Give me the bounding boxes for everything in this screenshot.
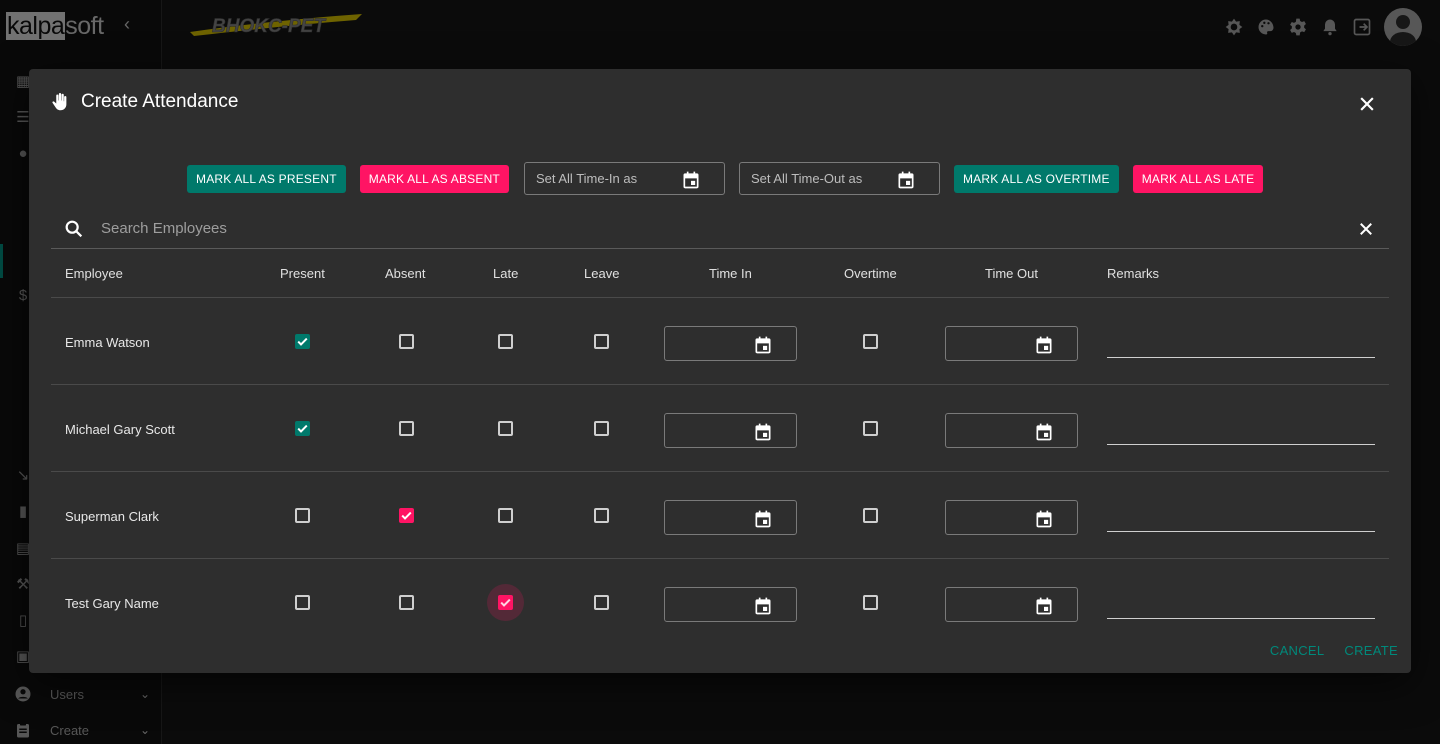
table-row: Emma Watson (51, 298, 1389, 385)
late-checkbox[interactable] (498, 508, 513, 523)
close-icon[interactable] (1357, 94, 1377, 114)
checkbox-checked-icon (295, 421, 310, 436)
overtime-checkbox[interactable] (863, 508, 878, 523)
calendar-icon[interactable] (753, 335, 773, 355)
col-time-in: Time In (709, 266, 752, 281)
time-out-field[interactable] (945, 413, 1078, 448)
col-late: Late (493, 266, 519, 281)
mark-all-overtime-button[interactable]: MARK ALL AS OVERTIME (953, 164, 1119, 193)
attendance-table: Employee Present Absent Late Leave Time … (51, 249, 1389, 646)
table-row: Test Gary Name (51, 559, 1389, 646)
search-input[interactable] (101, 213, 1357, 244)
table-header: Employee Present Absent Late Leave Time … (51, 249, 1389, 298)
overtime-checkbox[interactable] (863, 421, 878, 436)
col-absent: Absent (385, 266, 426, 281)
calendar-icon[interactable] (1034, 335, 1054, 355)
table-body: Emma Watson Michael Gary Scott Superman Cl… (51, 298, 1389, 646)
mark-all-absent-button[interactable]: MARK ALL AS ABSENT (359, 164, 509, 193)
checkbox-checked-icon (399, 508, 414, 523)
absent-checkbox[interactable] (399, 595, 414, 610)
employee-name: Emma Watson (65, 335, 150, 350)
mark-all-present-button[interactable]: MARK ALL AS PRESENT (187, 164, 346, 193)
calendar-icon[interactable] (1034, 509, 1054, 529)
calendar-icon[interactable] (753, 596, 773, 616)
calendar-icon[interactable] (896, 170, 916, 190)
remarks-input[interactable] (1107, 516, 1375, 532)
dialog-title: Create Attendance (81, 91, 239, 112)
col-time-out: Time Out (985, 266, 1038, 281)
absent-checkbox[interactable] (399, 334, 414, 349)
calendar-icon[interactable] (753, 422, 773, 442)
employee-name: Michael Gary Scott (65, 422, 175, 437)
col-employee: Employee (65, 266, 123, 281)
dialog-footer: CANCEL CREATE (1270, 643, 1398, 658)
col-overtime: Overtime (844, 266, 897, 281)
remarks-input[interactable] (1107, 429, 1375, 445)
overtime-checkbox[interactable] (863, 334, 878, 349)
time-in-field[interactable] (664, 500, 797, 535)
leave-checkbox[interactable] (594, 508, 609, 523)
dialog-header: Create Attendance (51, 91, 238, 113)
late-checkbox[interactable] (498, 421, 513, 436)
present-checkbox[interactable] (295, 508, 310, 523)
employee-name: Test Gary Name (65, 596, 159, 611)
calendar-icon[interactable] (1034, 422, 1054, 442)
time-in-field[interactable] (664, 413, 797, 448)
create-button[interactable]: CREATE (1344, 643, 1398, 658)
set-all-time-in-placeholder: Set All Time-In as (535, 171, 638, 186)
employee-name: Superman Clark (65, 509, 159, 524)
time-out-field[interactable] (945, 587, 1078, 622)
mark-all-late-button[interactable]: MARK ALL AS LATE (1132, 164, 1264, 193)
absent-checkbox[interactable] (399, 508, 414, 523)
time-in-field[interactable] (664, 326, 797, 361)
col-remarks: Remarks (1107, 266, 1160, 281)
create-attendance-dialog: Create Attendance MARK ALL AS PRESENT MA… (29, 69, 1411, 673)
remarks-input[interactable] (1107, 603, 1375, 619)
table-row: Michael Gary Scott (51, 385, 1389, 472)
overtime-checkbox[interactable] (863, 595, 878, 610)
set-all-time-out-field[interactable]: Set All Time-Out as (738, 162, 940, 195)
present-checkbox[interactable] (295, 421, 310, 436)
bulk-actions-bar: MARK ALL AS PRESENT MARK ALL AS ABSENT S… (187, 162, 1264, 195)
set-all-time-in-field[interactable]: Set All Time-In as (523, 162, 725, 195)
present-checkbox[interactable] (295, 595, 310, 610)
col-leave: Leave (584, 266, 620, 281)
time-out-field[interactable] (945, 326, 1078, 361)
remarks-input[interactable] (1107, 342, 1375, 358)
checkbox-checked-icon (498, 595, 513, 610)
calendar-icon[interactable] (681, 170, 701, 190)
absent-checkbox[interactable] (399, 421, 414, 436)
leave-checkbox[interactable] (594, 595, 609, 610)
time-in-field[interactable] (664, 587, 797, 622)
calendar-icon[interactable] (1034, 596, 1054, 616)
time-out-field[interactable] (945, 500, 1078, 535)
search-icon (65, 220, 83, 237)
clear-search-icon[interactable] (1357, 220, 1375, 238)
table-row: Superman Clark (51, 472, 1389, 559)
checkbox-checked-icon (295, 334, 310, 349)
present-checkbox[interactable] (295, 334, 310, 349)
leave-checkbox[interactable] (594, 334, 609, 349)
col-present: Present (280, 266, 325, 281)
set-all-time-out-placeholder: Set All Time-Out as (750, 171, 863, 186)
cancel-button[interactable]: CANCEL (1270, 643, 1325, 658)
employee-search-bar (51, 209, 1389, 249)
late-checkbox[interactable] (487, 584, 524, 621)
hand-icon (52, 93, 67, 111)
late-checkbox[interactable] (498, 334, 513, 349)
calendar-icon[interactable] (753, 509, 773, 529)
leave-checkbox[interactable] (594, 421, 609, 436)
